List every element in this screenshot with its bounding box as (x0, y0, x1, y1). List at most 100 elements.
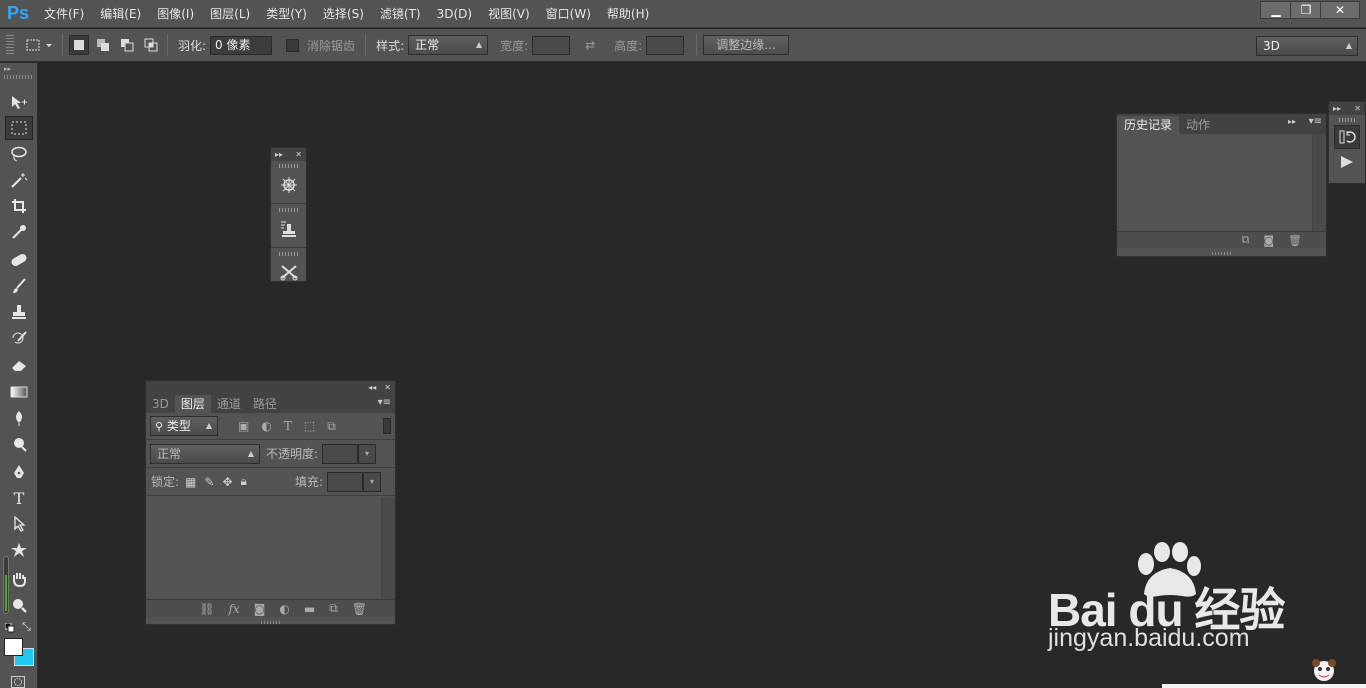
pen-tool-icon[interactable] (5, 460, 33, 484)
trash-icon[interactable]: 🗑 (1288, 234, 1302, 247)
clone-stamp-tool-icon[interactable] (5, 300, 33, 324)
opacity-input[interactable] (322, 443, 359, 464)
collapse-icon[interactable]: ◂◂ (368, 383, 376, 392)
blend-mode-select[interactable]: 正常 ▲ (150, 443, 260, 464)
blur-tool-icon[interactable] (5, 406, 33, 430)
brush-tool-icon[interactable] (5, 274, 33, 298)
type-tool-icon[interactable]: T (5, 486, 33, 510)
tab-paths[interactable]: 路径 (247, 395, 283, 413)
swap-icon[interactable]: ⇄ (580, 35, 600, 55)
default-colors-icon[interactable] (4, 622, 15, 636)
filter-shape-icon[interactable]: ⬚ (304, 419, 315, 434)
actions-play-icon[interactable] (1329, 149, 1365, 175)
height-input[interactable] (646, 35, 685, 55)
new-selection-icon[interactable] (69, 35, 89, 55)
feather-input[interactable]: 0 像素 (210, 35, 273, 55)
tab-3d[interactable]: 3D (146, 395, 175, 413)
layers-scrollbar[interactable] (381, 497, 395, 599)
intersect-selection-icon[interactable] (141, 35, 161, 55)
zoom-tool-icon[interactable] (5, 593, 33, 617)
subtract-selection-icon[interactable] (117, 35, 137, 55)
history-brush-tool-icon[interactable] (5, 326, 33, 350)
menu-image[interactable]: 图像(I) (149, 0, 202, 28)
close-panel-icon[interactable]: ✕ (295, 150, 302, 159)
width-input[interactable] (532, 35, 571, 55)
chevron-down-icon[interactable]: ▾ (363, 471, 381, 492)
menu-file[interactable]: 文件(F) (36, 0, 92, 28)
menu-edit[interactable]: 编辑(E) (92, 0, 149, 28)
close-panel-icon[interactable]: ✕ (1354, 104, 1361, 113)
filter-adjustment-icon[interactable]: ◐ (261, 419, 271, 434)
panel-menu-icon[interactable]: ▾≡ (378, 397, 391, 408)
menu-filter[interactable]: 滤镜(T) (372, 0, 429, 28)
panel-grip[interactable] (279, 208, 298, 212)
lock-transparent-icon[interactable]: ▦ (185, 475, 196, 489)
filter-smart-object-icon[interactable]: ⧉ (327, 419, 336, 434)
panel-menu-icon[interactable]: ▾≡ (1309, 116, 1322, 127)
swap-colors-icon[interactable]: ⤡ (22, 620, 31, 634)
snapshot-camera-icon[interactable]: ◙ (1263, 234, 1274, 247)
resize-grip[interactable] (261, 621, 281, 624)
lock-position-icon[interactable]: ✥ (222, 475, 232, 489)
minimize-button[interactable]: ▁ (1260, 1, 1292, 19)
history-list[interactable] (1117, 134, 1313, 231)
options-grip[interactable] (6, 35, 14, 55)
history-icon[interactable] (1334, 125, 1360, 149)
panel-grip[interactable] (279, 164, 298, 168)
path-selection-tool-icon[interactable] (5, 512, 33, 536)
menu-layer[interactable]: 图层(L) (202, 0, 258, 28)
layers-list[interactable] (146, 497, 381, 599)
layer-mask-icon[interactable]: ◙ (254, 602, 266, 616)
gradient-tool-icon[interactable] (5, 380, 33, 404)
eyedropper-tool-icon[interactable] (5, 220, 33, 244)
menu-3d[interactable]: 3D(D) (429, 0, 480, 28)
marquee-preset-icon[interactable] (20, 35, 56, 55)
menu-type[interactable]: 类型(Y) (258, 0, 315, 28)
magic-wand-tool-icon[interactable] (5, 168, 33, 192)
collapse-icon[interactable]: ▸▸ (1288, 117, 1296, 126)
close-window-button[interactable]: ✕ (1320, 1, 1360, 19)
history-scrollbar[interactable] (1312, 134, 1326, 231)
tab-layers[interactable]: 图层 (174, 395, 211, 413)
lock-all-icon[interactable]: 🔒︎ (241, 474, 247, 489)
shape-tool-icon[interactable] (5, 538, 33, 562)
adjustment-layer-icon[interactable]: ◐ (279, 602, 289, 616)
new-layer-icon[interactable]: ⧉ (329, 601, 338, 616)
trash-icon[interactable]: 🗑 (352, 602, 367, 616)
hand-tool-icon[interactable] (5, 567, 33, 591)
lasso-tool-icon[interactable] (5, 142, 33, 166)
lock-paint-icon[interactable]: ✎ (204, 475, 214, 489)
filter-pixel-icon[interactable]: ▣ (238, 419, 249, 434)
antialias-checkbox[interactable] (286, 38, 300, 52)
fill-input[interactable] (327, 471, 363, 492)
foreground-color-swatch[interactable] (4, 638, 23, 656)
quick-mask-icon[interactable] (11, 676, 25, 688)
eraser-tool-icon[interactable] (5, 353, 33, 377)
menu-window[interactable]: 窗口(W) (538, 0, 599, 28)
menu-select[interactable]: 选择(S) (315, 0, 372, 28)
new-document-from-state-icon[interactable]: ⧉ (1241, 233, 1249, 247)
menu-help[interactable]: 帮助(H) (599, 0, 657, 28)
crop-tool-icon[interactable] (5, 194, 33, 218)
filter-kind-select[interactable]: ⚲ 类型 ▲ (150, 416, 218, 436)
new-group-folder-icon[interactable]: ▬ (304, 602, 315, 616)
tool-presets-icon[interactable] (271, 259, 306, 285)
layer-style-icon[interactable]: fx (228, 602, 239, 616)
healing-brush-tool-icon[interactable] (5, 248, 33, 272)
close-panel-icon[interactable]: ✕ (384, 383, 391, 392)
workspace-select[interactable]: 3D ▲ (1256, 36, 1358, 56)
resize-grip[interactable] (1212, 252, 1232, 255)
filter-toggle[interactable] (383, 418, 391, 434)
add-selection-icon[interactable] (93, 35, 113, 55)
refine-edge-button[interactable]: 调整边缘... (703, 35, 789, 55)
filter-type-icon[interactable]: T (284, 419, 292, 434)
dodge-tool-icon[interactable] (5, 432, 33, 456)
expand-icon[interactable]: ▸▸ (275, 150, 283, 159)
toolbar-grip[interactable] (4, 75, 34, 79)
dock-grip[interactable] (1339, 118, 1355, 122)
restore-button[interactable]: ❐ (1290, 1, 1322, 19)
panel-grip[interactable] (279, 252, 298, 256)
style-select[interactable]: 正常 ▲ (408, 35, 489, 55)
marquee-tool-icon[interactable] (5, 116, 33, 140)
link-layers-icon[interactable]: ⛓ (199, 602, 214, 616)
